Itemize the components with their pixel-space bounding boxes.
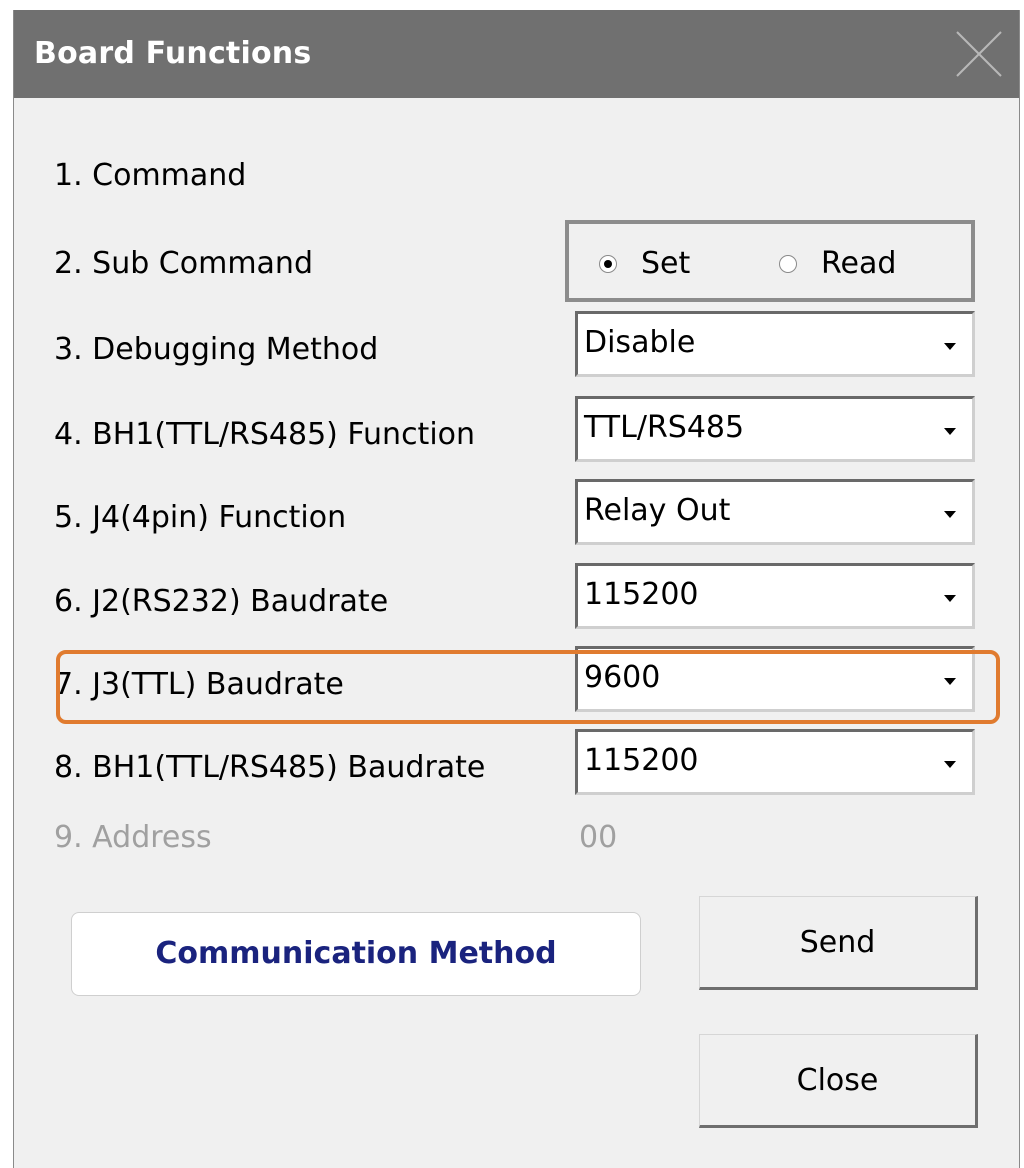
j4-function-select[interactable]: Relay Out [575,479,975,545]
dropdown-arrow-icon[interactable] [930,314,972,374]
j4-function-value: Relay Out [584,493,731,528]
sub-command-label: 2. Sub Command [54,246,313,281]
radio-set-label: Set [641,246,691,281]
radio-read-label: Read [821,246,897,281]
dropdown-arrow-icon[interactable] [930,399,972,459]
bh1-baudrate-select[interactable]: 115200 [575,729,975,795]
radio-checked-icon [599,254,617,273]
close-button[interactable]: Close [699,1034,978,1128]
address-value: 00 [579,820,618,855]
j2-baudrate-label: 6. J2(RS232) Baudrate [54,584,389,619]
bh1-baudrate-label: 8. BH1(TTL/RS485) Baudrate [54,750,486,785]
radio-set[interactable]: Set [599,246,690,281]
j3-baudrate-value: 9600 [584,660,661,695]
bh1-function-label: 4. BH1(TTL/RS485) Function [54,417,476,452]
send-button[interactable]: Send [699,896,978,990]
j4-function-label: 5. J4(4pin) Function [54,500,347,535]
radio-read[interactable]: Read [779,246,896,281]
j3-baudrate-label: 7. J3(TTL) Baudrate [54,667,344,702]
j2-baudrate-select[interactable]: 115200 [575,563,975,629]
bh1-function-value: TTL/RS485 [584,410,745,445]
sub-command-radio-group: Set Read [565,220,975,302]
dropdown-arrow-icon[interactable] [930,649,972,709]
address-label: 9. Address [54,820,212,855]
dropdown-arrow-icon[interactable] [930,732,972,792]
close-icon[interactable] [953,28,1005,80]
debugging-method-select[interactable]: Disable [575,311,975,377]
communication-method-button[interactable]: Communication Method [71,912,641,996]
debugging-method-label: 3. Debugging Method [54,332,379,367]
radio-unchecked-icon [779,254,797,273]
dropdown-arrow-icon[interactable] [930,566,972,626]
dialog-title: Board Functions [34,36,312,71]
command-label: 1. Command [54,158,247,193]
title-bar[interactable]: Board Functions [14,10,1019,98]
dropdown-arrow-icon[interactable] [930,482,972,542]
bh1-function-select[interactable]: TTL/RS485 [575,396,975,462]
j2-baudrate-value: 115200 [584,577,699,612]
debugging-method-value: Disable [584,325,696,360]
j3-baudrate-select[interactable]: 9600 [575,646,975,712]
board-functions-dialog: Board Functions 1. Command 2. Sub Comman… [13,10,1020,1168]
bh1-baudrate-value: 115200 [584,743,699,778]
